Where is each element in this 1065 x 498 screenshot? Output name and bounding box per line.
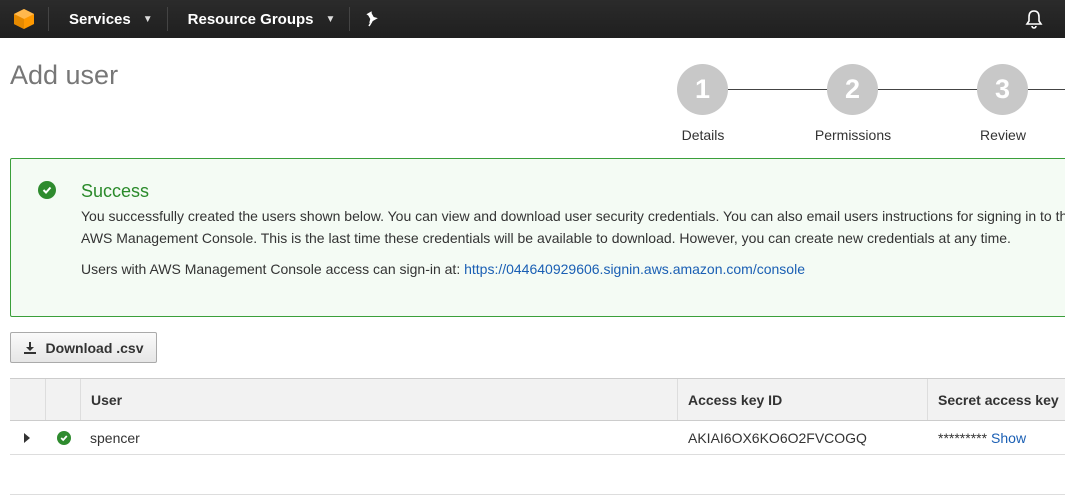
user-column-header[interactable]: User bbox=[80, 379, 678, 420]
step-1-label: Details bbox=[681, 127, 725, 143]
divider bbox=[10, 494, 1065, 495]
resource-groups-menu[interactable]: Resource Groups ▼ bbox=[168, 0, 350, 38]
step-2-circle[interactable]: 2 bbox=[827, 64, 878, 115]
table-row: spencer AKIAI6OX6KO6O2FVCOGQ ********* S… bbox=[10, 421, 1065, 455]
step-connector bbox=[728, 89, 828, 90]
triangle-right-icon[interactable] bbox=[24, 433, 30, 443]
signin-prefix: Users with AWS Management Console access… bbox=[81, 261, 465, 277]
check-circle-icon bbox=[57, 431, 71, 445]
resource-groups-label: Resource Groups bbox=[187, 10, 314, 28]
expand-column-header bbox=[10, 379, 45, 420]
wizard-stepper: 1 2 3 Details Permissions Review bbox=[0, 64, 1065, 154]
pin-icon bbox=[366, 11, 379, 27]
chevron-down-icon: ▼ bbox=[325, 13, 336, 25]
success-alert: Success You successfully created the use… bbox=[10, 158, 1065, 317]
access-key-id-cell: AKIAI6OX6KO6O2FVCOGQ bbox=[688, 429, 867, 446]
check-circle-icon bbox=[38, 181, 56, 199]
notifications-button[interactable] bbox=[1023, 8, 1045, 30]
users-table: User Access key ID Secret access key spe… bbox=[10, 378, 1065, 455]
download-csv-button[interactable]: Download .csv bbox=[10, 332, 157, 363]
step-connector bbox=[1028, 89, 1065, 90]
step-3-label: Review bbox=[980, 127, 1026, 143]
services-menu[interactable]: Services ▼ bbox=[49, 0, 167, 38]
secret-key-masked: ********* bbox=[938, 429, 988, 446]
secret-key-column-header[interactable]: Secret access key bbox=[927, 379, 1065, 420]
pin-button[interactable] bbox=[350, 0, 394, 38]
signin-url-link[interactable]: https://044640929606.signin.aws.amazon.c… bbox=[464, 261, 805, 277]
top-navigation: Services ▼ Resource Groups ▼ bbox=[0, 0, 1065, 38]
secret-key-cell: ********* Show bbox=[938, 421, 1026, 454]
step-1-circle[interactable]: 1 bbox=[677, 64, 728, 115]
services-label: Services bbox=[69, 10, 131, 28]
step-connector bbox=[878, 89, 978, 90]
show-secret-link[interactable]: Show bbox=[991, 430, 1026, 446]
aws-logo[interactable] bbox=[0, 0, 48, 38]
chevron-down-icon: ▼ bbox=[142, 13, 153, 25]
step-2-label: Permissions bbox=[814, 127, 892, 143]
step-3-circle[interactable]: 3 bbox=[977, 64, 1028, 115]
user-name-cell: spencer bbox=[90, 429, 140, 446]
download-icon bbox=[24, 341, 37, 354]
bell-icon bbox=[1025, 10, 1043, 29]
signin-info: Users with AWS Management Console access… bbox=[81, 261, 805, 277]
access-key-column-header[interactable]: Access key ID bbox=[677, 379, 927, 420]
status-column-header bbox=[45, 379, 80, 420]
success-title: Success bbox=[81, 181, 150, 201]
table-header: User Access key ID Secret access key bbox=[10, 378, 1065, 421]
download-csv-label: Download .csv bbox=[45, 339, 144, 356]
success-message: You successfully created the users shown… bbox=[81, 208, 1065, 246]
aws-cube-icon bbox=[14, 9, 34, 29]
